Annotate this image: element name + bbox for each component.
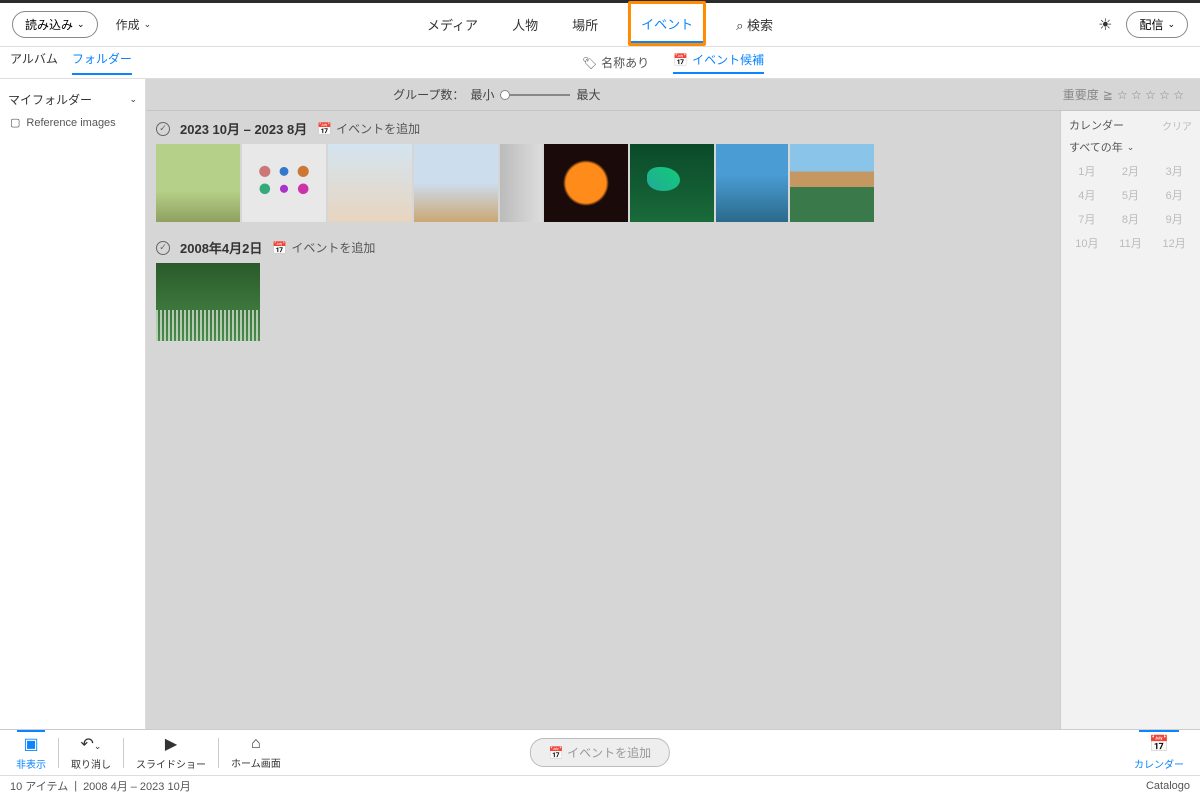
- tab-event[interactable]: イベント: [628, 1, 706, 46]
- month-cell[interactable]: 4月: [1069, 185, 1105, 205]
- import-button[interactable]: 読み込み ⌄: [12, 11, 98, 38]
- thumbnail[interactable]: [414, 144, 498, 222]
- tab-place[interactable]: 場所: [568, 3, 602, 46]
- tab-media[interactable]: メディア: [423, 3, 482, 46]
- my-folder-row[interactable]: マイフォルダー ⌄: [8, 87, 137, 112]
- tag-icon: 🏷: [582, 56, 597, 70]
- create-button[interactable]: 作成 ⌄: [116, 16, 152, 33]
- month-grid: 1月 2月 3月 4月 5月 6月 7月 8月 9月 10月 11月 12月: [1069, 161, 1192, 253]
- thumbnail[interactable]: [790, 144, 874, 222]
- month-cell[interactable]: 3月: [1156, 161, 1192, 181]
- add-event-button[interactable]: 📅 イベントを追加: [317, 120, 420, 137]
- calendar-toggle-button[interactable]: 📅 カレンダー: [1126, 732, 1192, 773]
- create-label: 作成: [116, 16, 140, 33]
- tab-search[interactable]: ⌕ 検索: [732, 3, 777, 46]
- chevron-down-icon: ⌄: [1127, 142, 1135, 153]
- clear-button[interactable]: クリア: [1162, 118, 1192, 133]
- folder-icon: ▢: [10, 116, 20, 129]
- catalog-name: Catalogo: [1146, 780, 1190, 792]
- divider: [58, 738, 59, 768]
- bottom-toolbar: ▣ 非表示 ↶⌄ 取り消し ▶ スライドショー ⌂ ホーム画面 📅 イベントを追…: [0, 729, 1200, 775]
- month-cell[interactable]: 9月: [1156, 209, 1192, 229]
- thumbnail[interactable]: [156, 263, 260, 341]
- calendar-icon: 📅: [1149, 734, 1169, 754]
- calendar-plus-icon: 📅: [317, 122, 332, 136]
- tab-people[interactable]: 人物: [508, 3, 542, 46]
- content-area: グループ数： 最小 最大 重要度 ≧ ☆ ☆ ☆ ☆ ☆ ✓ 2023 10月 …: [146, 79, 1200, 729]
- month-cell[interactable]: 12月: [1156, 233, 1192, 253]
- calendar-title: カレンダー: [1069, 117, 1124, 133]
- thumbnail[interactable]: [716, 144, 788, 222]
- brightness-icon[interactable]: ☀: [1098, 15, 1112, 35]
- hide-panel-button[interactable]: ▣ 非表示: [8, 732, 54, 773]
- month-cell[interactable]: 11月: [1113, 233, 1149, 253]
- divider: [123, 738, 124, 768]
- star-rating: ☆ ☆ ☆ ☆ ☆: [1117, 88, 1184, 102]
- event-date-range: 2023 10月 – 2023 8月: [180, 119, 307, 138]
- search-icon: ⌕: [736, 18, 743, 33]
- calendar-tag-icon: 📅: [673, 53, 688, 67]
- thumbnail[interactable]: [630, 144, 714, 222]
- undo-icon: ↶⌄: [81, 734, 102, 754]
- chevron-down-icon: ⌄: [77, 19, 85, 30]
- slideshow-button[interactable]: ▶ スライドショー: [128, 732, 214, 773]
- chevron-down-icon: ⌄: [129, 94, 137, 105]
- folder-sidebar: マイフォルダー ⌄ ▢ Reference images: [0, 79, 146, 729]
- home-button[interactable]: ⌂ ホーム画面: [223, 733, 289, 772]
- month-cell[interactable]: 6月: [1156, 185, 1192, 205]
- undo-button[interactable]: ↶⌄ 取り消し: [63, 732, 119, 773]
- search-label: 検索: [747, 18, 773, 33]
- thumbnail[interactable]: [328, 144, 412, 222]
- min-label: 最小: [470, 86, 494, 103]
- month-cell[interactable]: 7月: [1069, 209, 1105, 229]
- calendar-plus-icon: 📅: [549, 746, 564, 760]
- tab-folder[interactable]: フォルダー: [72, 50, 132, 75]
- max-label: 最大: [576, 86, 600, 103]
- filter-bar: グループ数： 最小 最大 重要度 ≧ ☆ ☆ ☆ ☆ ☆: [146, 79, 1200, 111]
- thumbnail[interactable]: [156, 144, 240, 222]
- calendar-panel: カレンダー クリア すべての年 ⌄ 1月 2月 3月 4月 5月 6月 7月 8…: [1060, 111, 1200, 729]
- check-icon[interactable]: ✓: [156, 241, 170, 255]
- importance-filter[interactable]: 重要度 ≧ ☆ ☆ ☆ ☆ ☆: [1063, 86, 1184, 103]
- add-event-button[interactable]: 📅 イベントを追加: [272, 239, 375, 256]
- import-label: 読み込み: [25, 16, 73, 33]
- view-tabs: メディア 人物 場所 イベント ⌕ 検索: [423, 3, 777, 46]
- named-events-tab[interactable]: 🏷 名称あり: [582, 51, 649, 74]
- month-cell[interactable]: 10月: [1069, 233, 1105, 253]
- year-selector[interactable]: すべての年 ⌄: [1069, 139, 1192, 155]
- sub-header: アルバム フォルダー 🏷 名称あり 📅 イベント候補: [0, 47, 1200, 79]
- tab-album[interactable]: アルバム: [10, 50, 58, 75]
- group-count-label: グループ数：: [393, 86, 464, 103]
- group-slider[interactable]: [500, 94, 570, 96]
- item-count: 10 アイテム: [10, 778, 68, 794]
- slideshow-icon: ▶: [165, 734, 177, 754]
- event-date: 2008年4月2日: [180, 238, 262, 257]
- status-bar: 10 アイテム | 2008 4月 – 2023 10月 Catalogo: [0, 775, 1200, 795]
- thumbnail[interactable]: [500, 144, 542, 222]
- share-button[interactable]: 配信 ⌄: [1126, 11, 1188, 38]
- home-icon: ⌂: [251, 735, 261, 753]
- month-cell[interactable]: 1月: [1069, 161, 1105, 181]
- calendar-plus-icon: 📅: [272, 241, 287, 255]
- month-cell[interactable]: 5月: [1113, 185, 1149, 205]
- thumbnail[interactable]: [544, 144, 628, 222]
- folder-reference-images[interactable]: ▢ Reference images: [8, 112, 137, 133]
- panel-icon: ▣: [23, 734, 38, 754]
- main-header: 読み込み ⌄ 作成 ⌄ メディア 人物 場所 イベント ⌕ 検索 ☀ 配信 ⌄: [0, 3, 1200, 47]
- share-label: 配信: [1139, 16, 1163, 33]
- event-group: ✓ 2023 10月 – 2023 8月 📅 イベントを追加: [146, 111, 1060, 230]
- check-icon[interactable]: ✓: [156, 122, 170, 136]
- month-cell[interactable]: 8月: [1113, 209, 1149, 229]
- date-range-status: 2008 4月 – 2023 10月: [83, 778, 191, 794]
- chevron-down-icon: ⌄: [144, 19, 152, 30]
- thumbnail[interactable]: [242, 144, 326, 222]
- add-event-main-button[interactable]: 📅 イベントを追加: [530, 738, 670, 767]
- chevron-down-icon: ⌄: [1167, 19, 1175, 30]
- divider: [218, 738, 219, 768]
- event-group: ✓ 2008年4月2日 📅 イベントを追加: [146, 230, 1060, 349]
- event-candidates-tab[interactable]: 📅 イベント候補: [673, 51, 764, 74]
- month-cell[interactable]: 2月: [1113, 161, 1149, 181]
